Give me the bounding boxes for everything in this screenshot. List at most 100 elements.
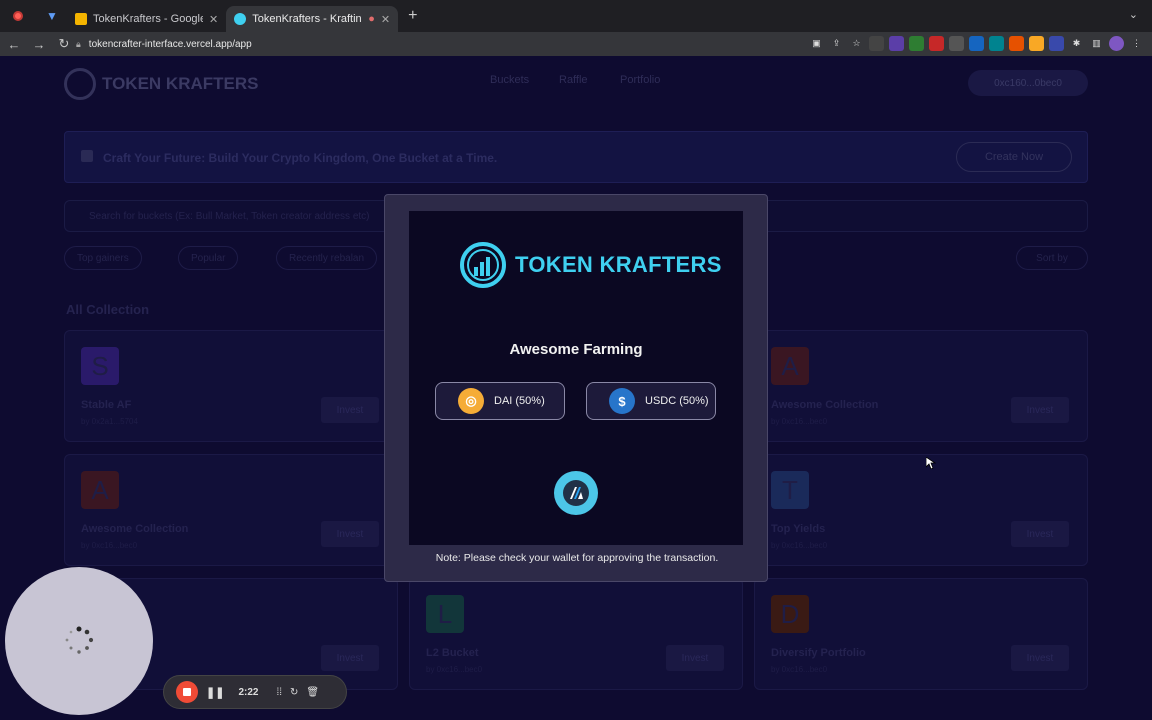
stop-recording-button[interactable] bbox=[176, 681, 198, 703]
extensions-area: ▣ ⇪ ☆ ✱ ▥ ⋮ bbox=[809, 36, 1144, 51]
invest-label: Invest bbox=[681, 652, 709, 664]
bucket-card[interactable]: T Top Yields by 0xc16...bec0 Invest bbox=[754, 454, 1088, 566]
extension-icon[interactable] bbox=[869, 36, 884, 51]
invest-label: Invest bbox=[1026, 404, 1054, 416]
brand-name: TOKEN KRAFTERS bbox=[515, 252, 722, 277]
mouse-cursor-icon bbox=[926, 457, 936, 469]
pinned-tab[interactable]: ▼ bbox=[37, 4, 67, 28]
invest-label: Invest bbox=[336, 652, 364, 664]
chevron-down-icon[interactable]: ⌄ bbox=[1129, 8, 1138, 21]
grid-icon[interactable]: ⁞⁞ bbox=[276, 687, 282, 698]
filter-recently-rebalanced[interactable]: Recently rebalan bbox=[276, 246, 378, 270]
new-tab-button[interactable]: + bbox=[408, 7, 417, 25]
invest-button[interactable]: Invest bbox=[321, 521, 379, 547]
bucket-creator: by 0xc16...bec0 bbox=[771, 541, 828, 550]
kebab-menu-icon[interactable]: ⋮ bbox=[1129, 36, 1144, 51]
nav-buckets[interactable]: Buckets bbox=[490, 74, 529, 86]
lock-icon: 🔒︎ bbox=[76, 38, 81, 49]
extension-icon[interactable] bbox=[889, 36, 904, 51]
invest-button[interactable]: Invest bbox=[666, 645, 724, 671]
address-bar[interactable]: 🔒︎ tokencrafter-interface.vercel.app/app bbox=[76, 32, 252, 56]
browser-tab-strip: ▼ TokenKrafters - Google Slides ✕ TokenK… bbox=[0, 0, 1152, 32]
invest-label: Invest bbox=[336, 528, 364, 540]
restart-icon[interactable]: ↻ bbox=[290, 687, 298, 698]
reload-button[interactable]: ↻ bbox=[53, 36, 75, 52]
tab-google-slides[interactable]: TokenKrafters - Google Slides ✕ bbox=[67, 6, 226, 32]
wallet-button[interactable]: 0xc160...0bec0 bbox=[968, 70, 1088, 96]
bucket-card[interactable]: A Awesome Collection by 0xc16...bec0 Inv… bbox=[754, 330, 1088, 442]
filter-label: Recently rebalan bbox=[289, 252, 365, 264]
invest-button[interactable]: Invest bbox=[1011, 521, 1069, 547]
usdc-icon: $ bbox=[609, 388, 635, 414]
filter-top-gainers[interactable]: Top gainers bbox=[64, 246, 142, 270]
bucket-card[interactable]: D Diversify Portfolio by 0xc16...bec0 In… bbox=[754, 578, 1088, 690]
avatar[interactable] bbox=[1109, 36, 1124, 51]
bucket-avatar: S bbox=[81, 347, 119, 385]
webcam-bubble[interactable] bbox=[5, 567, 153, 715]
browser-toolbar: ← → ↻ 🔒︎ tokencrafter-interface.vercel.a… bbox=[0, 32, 1152, 56]
invest-button[interactable]: Invest bbox=[1011, 397, 1069, 423]
nav-raffle[interactable]: Raffle bbox=[559, 74, 588, 86]
camera-icon[interactable]: ▣ bbox=[809, 36, 824, 51]
token-pill-usdc: $ USDC (50%) bbox=[586, 382, 716, 420]
dai-icon: ◎ bbox=[458, 388, 484, 414]
invest-button[interactable]: Invest bbox=[321, 397, 379, 423]
modal-bucket-name: Awesome Farming bbox=[509, 341, 643, 358]
extension-icon[interactable] bbox=[909, 36, 924, 51]
invest-button[interactable]: Invest bbox=[321, 645, 379, 671]
invest-label: Invest bbox=[336, 404, 364, 416]
back-button[interactable]: ← bbox=[3, 37, 25, 52]
collection-title: All Collection bbox=[66, 302, 150, 317]
invest-label: Invest bbox=[1026, 528, 1054, 540]
bucket-name: Awesome Collection bbox=[81, 523, 189, 535]
bucket-card[interactable]: L L2 Bucket by 0xc16...bec0 Invest bbox=[409, 578, 743, 690]
extension-icon[interactable] bbox=[1009, 36, 1024, 51]
filter-popular[interactable]: Popular bbox=[178, 246, 239, 270]
puzzle-icon[interactable]: ✱ bbox=[1069, 36, 1084, 51]
recording-time: 2:22 bbox=[238, 686, 259, 698]
modal-brand: TOKEN KRAFTERS bbox=[459, 241, 722, 289]
share-icon[interactable]: ⇪ bbox=[829, 36, 844, 51]
recording-indicator-icon bbox=[13, 11, 23, 21]
tab-title: TokenKrafters - Krafting Y bbox=[252, 13, 362, 25]
tokenkrafters-icon bbox=[234, 13, 247, 25]
bucket-creator: by 0xc16...bec0 bbox=[81, 541, 138, 550]
sidebar-icon[interactable]: ▥ bbox=[1089, 36, 1104, 51]
sort-dropdown[interactable]: Sort by bbox=[1016, 246, 1088, 270]
wallet-note: Note: Please check your wallet for appro… bbox=[435, 552, 719, 564]
filter-label: Popular bbox=[191, 252, 226, 264]
extension-icon[interactable] bbox=[949, 36, 964, 51]
nav-portfolio[interactable]: Portfolio bbox=[620, 74, 660, 86]
tab-title: TokenKrafters - Google Slides bbox=[93, 13, 203, 25]
invest-label: Invest bbox=[1026, 652, 1054, 664]
token-krafters-logo-icon bbox=[460, 242, 506, 288]
trash-icon[interactable]: 🗑︎ bbox=[306, 687, 319, 698]
tab-tokenkrafters[interactable]: TokenKrafters - Krafting Y ● ✕ bbox=[226, 6, 399, 32]
hero-banner: Craft Your Future: Build Your Crypto Kin… bbox=[64, 131, 1088, 183]
invest-button[interactable]: Invest bbox=[1011, 645, 1069, 671]
extension-icon[interactable] bbox=[1049, 36, 1064, 51]
bucket-avatar: A bbox=[81, 471, 119, 509]
app-logo[interactable]: TOKEN KRAFTERS bbox=[64, 68, 258, 100]
star-icon[interactable]: ☆ bbox=[849, 36, 864, 51]
extension-icon[interactable] bbox=[1029, 36, 1044, 51]
modal-content: TOKEN KRAFTERS Awesome Farming ◎ DAI (50… bbox=[409, 211, 743, 545]
extension-icon[interactable] bbox=[929, 36, 944, 51]
bucket-name: Top Yields bbox=[771, 523, 826, 535]
bucket-name: Stable AF bbox=[81, 399, 132, 411]
pause-icon[interactable]: ❚❚ bbox=[206, 686, 224, 699]
bucket-name: Diversify Portfolio bbox=[771, 647, 866, 659]
bucket-card[interactable]: A Awesome Collection by 0xc16...bec0 Inv… bbox=[64, 454, 398, 566]
bucket-card[interactable]: S Stable AF by 0x2a1...5704 Invest bbox=[64, 330, 398, 442]
extension-icon[interactable] bbox=[969, 36, 984, 51]
logo-text: TOKEN KRAFTERS bbox=[102, 74, 259, 93]
transaction-modal: TOKEN KRAFTERS Awesome Farming ◎ DAI (50… bbox=[384, 194, 768, 582]
close-icon[interactable]: ✕ bbox=[381, 13, 390, 26]
wallet-address: 0xc160...0bec0 bbox=[994, 77, 1062, 89]
search-placeholder: Search for buckets (Ex: Bull Market, Tok… bbox=[89, 211, 370, 222]
create-now-button[interactable]: Create Now bbox=[956, 142, 1072, 172]
extension-icon[interactable] bbox=[989, 36, 1004, 51]
filter-label: Top gainers bbox=[77, 252, 129, 264]
forward-button[interactable]: → bbox=[28, 37, 50, 52]
close-icon[interactable]: ✕ bbox=[209, 13, 218, 26]
